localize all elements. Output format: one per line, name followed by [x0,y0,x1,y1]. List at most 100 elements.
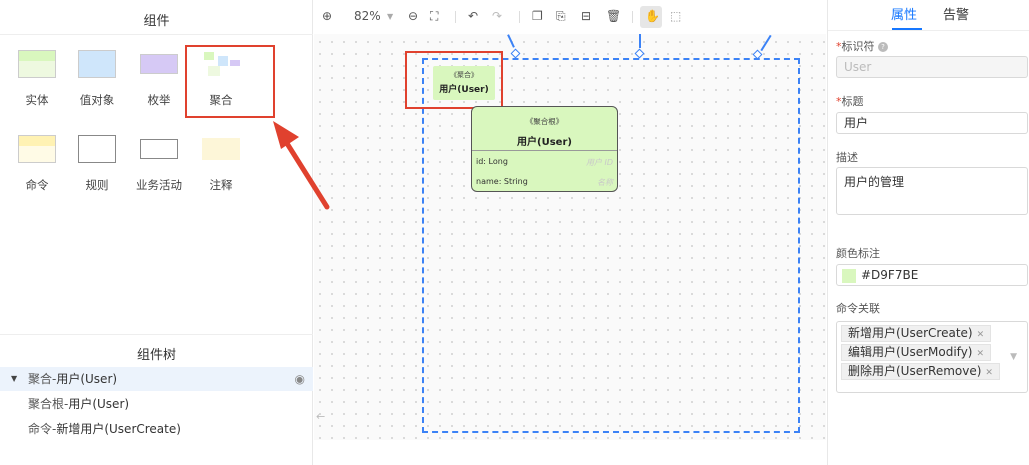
identifier-label-text: 标识符 [841,40,875,53]
field-id-note: 用户 ID [585,158,613,167]
aggregate-root-stereotype: 《聚合根》 [525,117,564,126]
color-label: 颜色标注 [836,247,880,260]
delete-icon[interactable]: 🗑 [606,9,621,23]
command-tag-label: 新增用户(UserCreate) [848,326,973,340]
tree-row-name: 用户(User) [68,397,130,411]
aggregate-root-name: 用户(User) [517,137,572,148]
zoom-level: 82% [354,9,381,23]
field-name-note: 名称 [597,178,613,187]
tree-row-prefix: 命令- [28,422,57,436]
description-label: 描述 [836,151,858,164]
component-label: 注释 [209,178,233,192]
tabs-divider [828,30,1029,31]
tab-properties[interactable]: 属性 [891,4,917,23]
redo-icon[interactable]: ↷ [492,9,502,23]
tab-alerts[interactable]: 告警 [943,4,969,23]
left-panel: 组件 实体 值对象 枚举 聚合 命令 规则 业务活动 注释 组件树 ▼ 聚合-用… [0,0,313,465]
component-label: 命令 [25,178,49,192]
command-tag-label: 编辑用户(UserModify) [848,345,973,359]
hand-icon[interactable]: ✋ [645,9,660,23]
component-note[interactable]: 注释 [188,135,254,193]
title-input[interactable]: 用户 [836,112,1028,134]
tree-divider [0,334,313,335]
toolbar-separator [455,11,456,23]
aggregate-highlight-box [185,45,275,118]
aggregate-label-highlight-box [405,51,503,109]
chevron-down-icon[interactable]: ▼ [1010,352,1017,362]
identifier-label: *标识符 ? [836,38,888,54]
title-label: *标题 [836,95,864,108]
command-tag: 新增用户(UserCreate) ✕ [841,325,992,342]
tree-row-name: 新增用户(UserCreate) [56,422,181,436]
connector-port [634,48,645,59]
command-tag: 删除用户(UserRemove) ✕ [841,363,1000,380]
tree-row-prefix: 聚合- [28,372,57,386]
description-textarea[interactable]: 用户的管理 [836,167,1028,215]
tree-row-aggregate-root[interactable]: 聚合根-用户(User) [0,392,313,416]
color-swatch[interactable] [842,269,856,283]
tree-row-aggregate[interactable]: ▼ 聚合-用户(User) ◉ [0,367,313,391]
chevron-down-icon[interactable]: ▼ [387,12,393,21]
identifier-input[interactable]: User [836,56,1028,78]
paste-icon[interactable]: ⎘ [556,9,566,24]
title-label-text: 标题 [841,95,864,108]
component-business-activity[interactable]: 业务活动 [126,135,192,193]
command-tag-label: 删除用户(UserRemove) [848,364,982,378]
command-thumbnail [18,135,56,163]
color-input[interactable]: #D9F7BE [836,264,1028,286]
component-label: 业务活动 [136,178,182,192]
rule-thumbnail [78,135,116,163]
undo-icon[interactable]: ↶ [468,9,478,23]
enum-thumbnail [140,54,178,74]
connector-port [510,48,521,59]
canvas-toolbar: ⊕ 82% ▼ ⊖ ⛶ ↶ ↷ ❐ ⎘ ⊟ 🗑 ✋ ⬚ [314,0,826,34]
business-activity-thumbnail [140,139,178,159]
annotation-arrow-icon [273,121,330,210]
field-id: id: Long [476,157,508,166]
component-label: 规则 [85,178,109,192]
note-thumbnail [202,138,240,160]
node-divider [472,150,617,151]
close-icon[interactable]: ✕ [976,349,984,359]
connector-line [760,34,772,52]
diagram-canvas[interactable]: ⊕ 82% ▼ ⊖ ⛶ ↶ ↷ ❐ ⎘ ⊟ 🗑 ✋ ⬚ 《聚合》 用户(User… [314,0,826,440]
tree-row-command[interactable]: 命令-新增用户(UserCreate) [0,417,313,441]
component-label: 枚举 [147,93,171,107]
close-icon[interactable]: ✕ [985,368,993,378]
components-divider [0,34,313,35]
zoom-in-icon[interactable]: ⊕ [322,9,332,23]
connector-line [507,34,515,48]
properties-panel: 属性 告警 *标识符 ? User *标题 用户 描述 用户的管理 颜色标注 #… [827,0,1029,465]
lock-icon[interactable]: ⊟ [581,9,591,23]
component-label: 值对象 [79,93,115,107]
component-enum[interactable]: 枚举 [126,50,192,108]
caret-down-icon[interactable]: ▼ [11,367,17,391]
fit-screen-icon[interactable]: ⛶ [430,9,438,24]
component-rule[interactable]: 规则 [64,135,130,193]
aggregate-root-node[interactable]: 《聚合根》 用户(User) id: Long 用户 ID name: Stri… [471,106,618,192]
commands-select[interactable]: 新增用户(UserCreate) ✕ 编辑用户(UserModify) ✕ 删除用户… [836,321,1028,393]
toolbar-separator [519,11,520,23]
tree-row-name: 用户(User) [56,372,118,386]
components-title: 组件 [143,14,170,29]
component-tree-title: 组件树 [136,348,176,363]
connector-line [639,34,641,48]
eye-icon[interactable]: ◉ [295,367,305,391]
component-entity[interactable]: 实体 [4,50,70,108]
component-label: 实体 [25,93,49,107]
color-value: #D9F7BE [861,268,919,282]
toolbar-separator [632,11,633,23]
copy-icon[interactable]: ❐ [532,9,543,23]
commands-label: 命令关联 [836,302,880,315]
entity-thumbnail [18,50,56,78]
zoom-out-icon[interactable]: ⊖ [408,9,418,23]
component-command[interactable]: 命令 [4,135,70,193]
select-icon[interactable]: ⬚ [670,9,681,23]
close-icon[interactable]: ✕ [977,330,985,340]
tree-row-prefix: 聚合根- [28,397,69,411]
help-icon[interactable]: ? [878,42,888,52]
field-name: name: String [476,177,528,186]
component-value-object[interactable]: 值对象 [64,50,130,108]
command-tag: 编辑用户(UserModify) ✕ [841,344,992,361]
collapse-panel-icon[interactable]: ← [316,410,325,423]
